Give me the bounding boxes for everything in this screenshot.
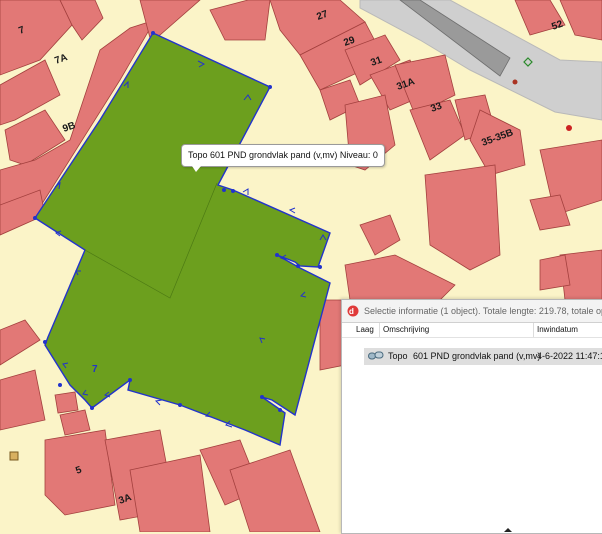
column-header-laag[interactable]: Laag [356, 325, 374, 334]
panel-title: Selectie informatie (1 object). Totale l… [364, 306, 602, 316]
layer-icon [368, 351, 384, 360]
map-marker-square [9, 451, 19, 461]
table-row[interactable]: Topo 601 PND grondvlak pand (v,mv) 4-6-2… [364, 348, 602, 365]
map-tooltip: Topo 601 PND grondvlak pand (v,mv) Nivea… [181, 144, 385, 172]
scroll-up-arrow-icon[interactable] [504, 528, 512, 532]
panel-titlebar[interactable]: d Selectie informatie (1 object). Totale… [342, 300, 602, 323]
map-marker-dot-2 [512, 79, 518, 85]
parcel-number-7: 7 [92, 364, 98, 375]
row-laag: Topo [388, 351, 408, 361]
tooltip-text: Topo 601 PND grondvlak pand (v,mv) Nivea… [188, 150, 378, 160]
house-number-7a: 7A [53, 52, 69, 67]
app-logo-icon: d [347, 305, 359, 317]
map-marker-dot [566, 125, 572, 131]
row-omschrijving: 601 PND grondvlak pand (v,mv) [413, 351, 541, 361]
selection-info-panel[interactable]: d Selectie informatie (1 object). Totale… [341, 299, 602, 534]
column-header-inwindatum[interactable]: Inwindatum [537, 325, 578, 334]
table-header: Laag Omschrijving Inwindatum [342, 323, 602, 338]
column-header-omschrijving[interactable]: Omschrijving [383, 325, 429, 334]
selected-parcel[interactable] [34, 32, 331, 446]
row-inwindatum: 4-6-2022 11:47:10 [537, 351, 602, 361]
svg-text:d: d [349, 307, 354, 316]
